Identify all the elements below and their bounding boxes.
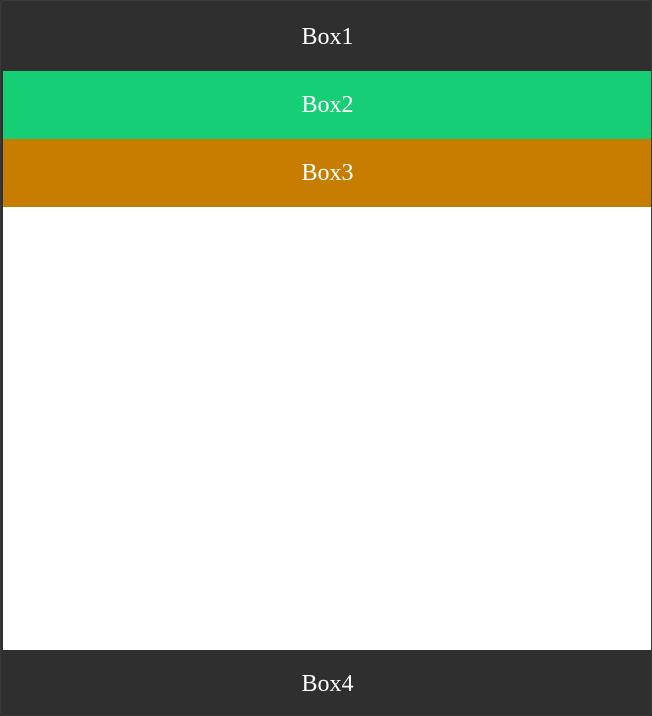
content-area: [3, 207, 651, 650]
app-frame: Box1 Box2 Box3 Box4: [0, 0, 652, 716]
box1-label: Box1: [301, 24, 354, 50]
box3-label: Box3: [301, 160, 354, 186]
box4-footer: Box4: [3, 650, 651, 715]
box4-label: Box4: [301, 670, 354, 697]
box3-bar: Box3: [3, 139, 651, 207]
box2-label: Box2: [301, 92, 354, 118]
box2-bar: Box2: [3, 71, 651, 139]
box1-header: Box1: [3, 3, 651, 71]
